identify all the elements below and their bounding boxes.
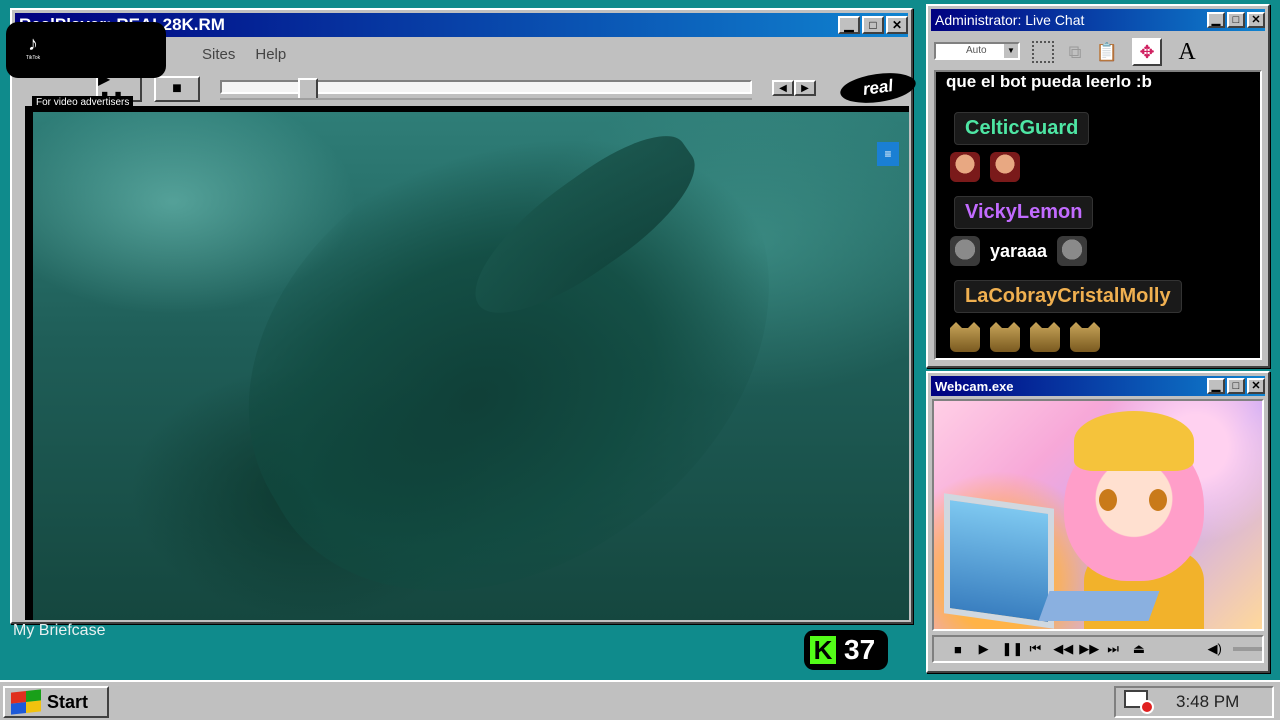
real-logo: real [838, 68, 918, 108]
chat-username[interactable]: CelticGuard [954, 112, 1090, 145]
chat-username[interactable]: VickyLemon [954, 196, 1094, 229]
skip-back-icon[interactable]: ⏮ [1028, 641, 1044, 657]
cam-monitor-shape [944, 493, 1054, 629]
font-size-select[interactable]: Auto ▼ [934, 42, 1020, 60]
start-button[interactable]: Start [3, 686, 109, 718]
next-clip-button[interactable]: ▶ [794, 80, 816, 96]
cam-keyboard-shape [1038, 591, 1160, 621]
move-tool-icon[interactable]: ✥ [1132, 38, 1162, 66]
video-menu-icon[interactable]: ≡ [877, 142, 899, 166]
font-size-value: Auto [966, 45, 987, 56]
realplayer-menubar: Sites Help [202, 46, 286, 63]
seek-thumb[interactable] [298, 78, 318, 100]
skip-forward-icon[interactable]: ⏭ [1105, 641, 1121, 657]
tiktok-logo-icon: ♪ TikTok [20, 34, 46, 61]
chat-toolbar: Auto ▼ ⧉ 📋 ✥ A [932, 36, 1264, 68]
webcam-feed [932, 399, 1264, 631]
kitty-emote-icon [1070, 322, 1100, 352]
system-tray: 3:48 PM [1114, 686, 1274, 718]
volume-icon[interactable]: ◀) [1207, 641, 1223, 657]
chat-titlebar[interactable]: Administrator: Live Chat ▁ □ ✕ [931, 9, 1265, 31]
chevron-down-icon[interactable]: ▼ [1004, 44, 1018, 58]
font-tool-icon[interactable]: A [1172, 38, 1202, 66]
stop-icon[interactable]: ■ [950, 642, 966, 657]
minimize-button[interactable]: ▁ [1207, 378, 1225, 394]
realplayer-controls: ▶ ❚❚ ■ ◀ ▶ real [20, 68, 918, 108]
chat-title: Administrator: Live Chat [935, 12, 1085, 28]
webcam-controls: ■ ▶ ❚❚ ⏮ ◀◀ ▶▶ ⏭ ⏏ ◀) [932, 635, 1264, 663]
minimize-button[interactable]: ▁ [838, 16, 860, 34]
desktop-icon-label[interactable]: My Briefcase [13, 622, 105, 640]
kick-logo-icon: K [810, 636, 836, 664]
taskbar-clock[interactable]: 3:48 PM [1176, 692, 1239, 712]
eject-icon[interactable]: ⏏ [1131, 641, 1147, 657]
prev-clip-button[interactable]: ◀ [772, 80, 794, 96]
face-emote-icon [950, 152, 980, 182]
windows-logo-icon [11, 689, 41, 715]
recording-icon[interactable] [1124, 690, 1154, 714]
webcam-titlebar[interactable]: Webcam.exe ▁ □ ✕ [931, 376, 1265, 396]
whale-shape [165, 106, 861, 620]
maximize-button[interactable]: □ [1227, 378, 1245, 394]
menu-help[interactable]: Help [255, 46, 286, 63]
taskbar: Start 3:48 PM [0, 680, 1280, 720]
close-button[interactable]: ✕ [1247, 12, 1265, 28]
chat-message-text: yaraaa [990, 240, 1048, 261]
maximize-button[interactable]: □ [862, 16, 884, 34]
tiktok-overlay: ♪ TikTok [6, 22, 166, 78]
chat-emotes [950, 322, 1100, 352]
chat-messages[interactable]: que el bot pueda leerlo :b CelticGuard V… [934, 70, 1262, 360]
select-tool-icon[interactable] [1028, 38, 1058, 66]
volume-slider[interactable] [1232, 647, 1263, 651]
minimize-button[interactable]: ▁ [1207, 12, 1225, 28]
cam-character-eye [1149, 489, 1167, 511]
viewer-count: 37 [844, 634, 876, 665]
close-button[interactable]: ✕ [1247, 378, 1265, 394]
webcam-title: Webcam.exe [935, 378, 1014, 394]
chat-emotes: yaraaa [950, 236, 1088, 266]
fast-forward-icon[interactable]: ▶▶ [1079, 641, 1099, 657]
maximize-button[interactable]: □ [1227, 12, 1245, 28]
cam-character-hat [1074, 411, 1194, 471]
play-icon[interactable]: ▶ [976, 641, 992, 657]
kitty-emote-icon [990, 322, 1020, 352]
menu-sites[interactable]: Sites [202, 46, 235, 63]
clip-nav: ◀ ▶ [772, 80, 816, 96]
seek-bar-line [220, 98, 752, 100]
cat-emote-icon [1057, 236, 1088, 266]
video-viewport[interactable]: ≡ [25, 106, 909, 620]
copy-icon[interactable]: ⧉ [1060, 38, 1090, 66]
chat-emotes [950, 152, 1020, 182]
face-emote-icon [990, 152, 1020, 182]
rewind-icon[interactable]: ◀◀ [1053, 641, 1073, 657]
paste-icon[interactable]: 📋 [1092, 38, 1122, 66]
chat-username[interactable]: LaCobrayCristalMolly [954, 280, 1182, 313]
cat-emote-icon [950, 236, 980, 266]
webcam-window: Webcam.exe ▁ □ ✕ ■ ▶ ❚❚ ⏮ ◀◀ ▶▶ ⏭ ⏏ ◀) [926, 371, 1270, 673]
tiktok-label: TikTok [25, 55, 41, 61]
stop-button[interactable]: ■ [154, 76, 200, 102]
realplayer-window: RealPlayer: REAL28K.RM ▁ □ ✕ Sites Help … [10, 8, 918, 624]
kitty-emote-icon [1030, 322, 1060, 352]
kitty-emote-icon [950, 322, 980, 352]
viewer-counter: K 37 [804, 630, 888, 670]
video-frame [33, 106, 909, 620]
close-button[interactable]: ✕ [886, 16, 908, 34]
live-chat-window: Administrator: Live Chat ▁ □ ✕ Auto ▼ ⧉ … [926, 4, 1270, 368]
chat-message-text: que el bot pueda leerlo :b [946, 72, 1152, 91]
seek-bar[interactable] [220, 78, 752, 100]
pause-icon[interactable]: ❚❚ [1002, 641, 1024, 657]
advertisers-text[interactable]: For video advertisers [32, 96, 134, 109]
cam-character-eye [1099, 489, 1117, 511]
start-label: Start [47, 691, 89, 712]
